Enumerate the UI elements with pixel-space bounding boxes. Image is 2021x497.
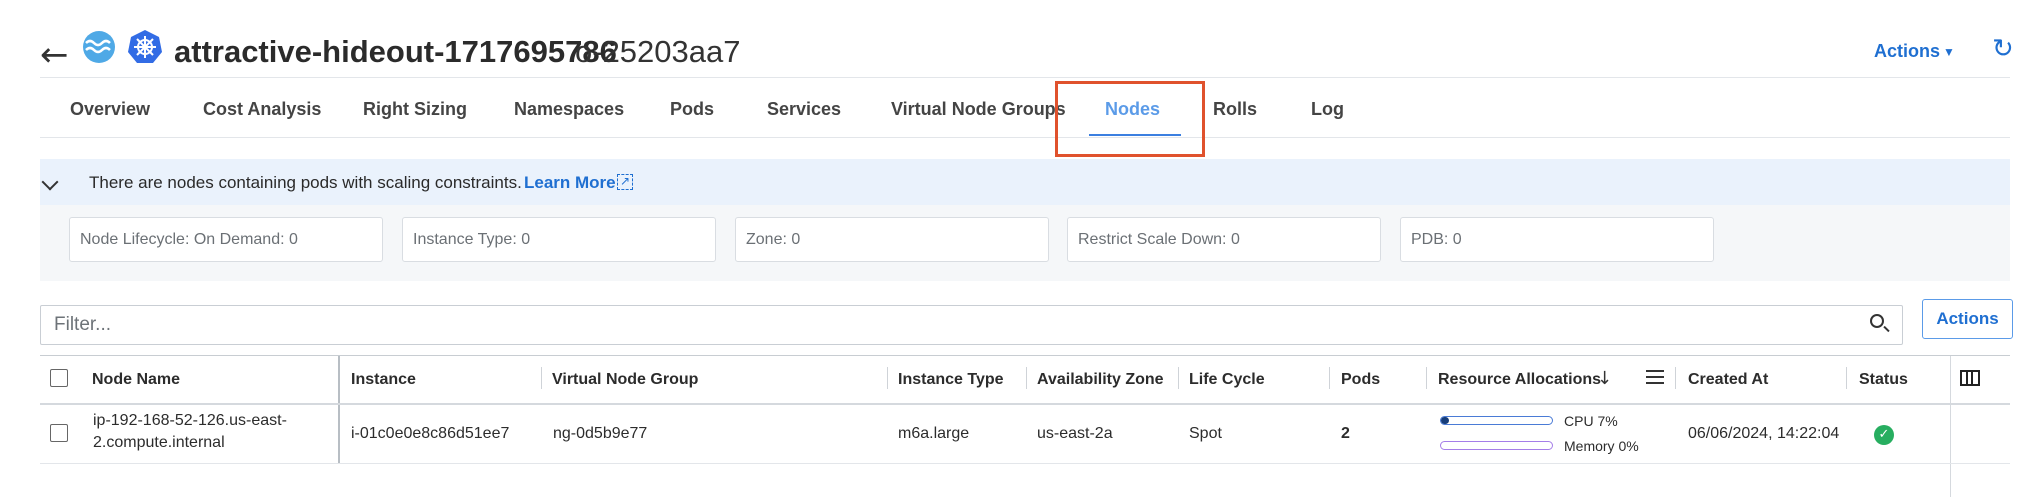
column-separator[interactable] (1675, 367, 1676, 389)
status-ok-icon: ✓ (1874, 425, 1894, 445)
select-all-checkbox[interactable] (50, 369, 68, 387)
highlight-box (1055, 81, 1205, 157)
virtual-node-group-link[interactable]: ng-0d5b9e77 (553, 425, 647, 443)
table-top-border (40, 355, 2010, 356)
tab-namespaces[interactable]: Namespaces (514, 99, 624, 120)
kubernetes-icon (128, 30, 162, 63)
caret-down-icon[interactable]: ▼ (1943, 45, 1955, 59)
node-name-line-1[interactable]: ip-192-168-52-126.us-east- (93, 412, 287, 430)
node-name-line-2[interactable]: 2.compute.internal (93, 434, 287, 452)
table-row-border (40, 463, 2010, 464)
column-header-created-at[interactable]: Created At (1688, 371, 1768, 389)
column-header-availability-zone[interactable]: Availability Zone (1037, 371, 1164, 389)
life-cycle-value: Spot (1189, 425, 1222, 442)
search-icon[interactable] (1870, 314, 1884, 328)
header-divider (40, 77, 2010, 78)
pinned-column-divider (338, 356, 340, 464)
memory-allocation-label: Memory 0% (1564, 438, 1639, 454)
filter-pdb[interactable]: PDB: 0 (1400, 217, 1714, 262)
node-name-link[interactable]: ip-192-168-52-126.us-east- 2.compute.int… (93, 412, 287, 452)
availability-zone-value: us-east-2a (1037, 425, 1113, 442)
column-separator[interactable] (1178, 367, 1179, 389)
column-header-instance-type[interactable]: Instance Type (898, 371, 1004, 389)
column-header-pods[interactable]: Pods (1341, 371, 1380, 389)
column-header-instance[interactable]: Instance (351, 371, 416, 389)
tab-rolls[interactable]: Rolls (1213, 99, 1257, 120)
instance-type-value: m6a.large (898, 425, 970, 442)
column-separator[interactable] (887, 367, 888, 389)
tabs-divider (40, 137, 2010, 138)
tab-log[interactable]: Log (1311, 99, 1344, 120)
filter-node-lifecycle[interactable]: Node Lifecycle: On Demand: 0 (69, 217, 383, 262)
external-link-icon[interactable]: ↗ (617, 174, 633, 190)
instance-link[interactable]: i-01c0e0e8c86d51ee7 (351, 425, 509, 443)
tab-services[interactable]: Services (767, 99, 841, 120)
learn-more-link[interactable]: Learn More (524, 173, 616, 193)
cpu-allocation-label: CPU 7% (1564, 413, 1618, 429)
columns-picker-icon[interactable] (1960, 370, 1980, 386)
column-separator[interactable] (1846, 367, 1847, 389)
pods-count-link[interactable]: 2 (1341, 425, 1350, 443)
tab-cost-analysis[interactable]: Cost Analysis (203, 99, 321, 120)
memory-allocation-bar (1440, 441, 1553, 450)
filter-restrict-scale-down[interactable]: Restrict Scale Down: 0 (1067, 217, 1381, 262)
table-actions-button[interactable]: Actions (1922, 299, 2013, 339)
banner-text: There are nodes containing pods with sca… (89, 173, 522, 192)
search-input[interactable] (40, 305, 1903, 345)
filter-zone[interactable]: Zone: 0 (735, 217, 1049, 262)
column-separator[interactable] (1026, 367, 1027, 389)
created-at-value: 06/06/2024, 14:22:04 (1688, 425, 1840, 442)
refresh-icon[interactable]: ↻ (1992, 34, 2014, 64)
column-header-life-cycle[interactable]: Life Cycle (1189, 371, 1265, 389)
cpu-allocation-bar (1440, 416, 1553, 425)
column-header-status[interactable]: Status (1859, 371, 1908, 389)
column-picker-divider (1950, 356, 1951, 497)
cluster-id: o-25203aa7 (575, 34, 741, 69)
tab-virtual-node-groups[interactable]: Virtual Node Groups (891, 99, 1066, 120)
back-arrow-icon[interactable]: ← (40, 38, 69, 72)
page-title: attractive-hideout-1717695786 (174, 34, 617, 69)
column-separator[interactable] (541, 367, 542, 389)
column-header-node-name[interactable]: Node Name (92, 371, 180, 389)
column-header-resource-allocations[interactable]: Resource Allocations (1438, 371, 1601, 389)
column-header-virtual-node-group[interactable]: Virtual Node Group (552, 371, 698, 389)
tab-right-sizing[interactable]: Right Sizing (363, 99, 467, 120)
column-separator[interactable] (1329, 367, 1330, 389)
column-menu-icon[interactable] (1646, 370, 1664, 384)
filter-instance-type[interactable]: Instance Type: 0 (402, 217, 716, 262)
header-actions-button[interactable]: Actions (1874, 41, 1940, 62)
cpu-allocation-fill (1441, 417, 1449, 424)
spot-logo-icon (83, 31, 115, 63)
table-header-border (40, 403, 2010, 405)
tab-pods[interactable]: Pods (670, 99, 714, 120)
tab-overview[interactable]: Overview (70, 99, 150, 120)
search-placeholder: Filter... (54, 314, 112, 335)
column-separator[interactable] (1426, 367, 1427, 389)
row-checkbox[interactable] (50, 424, 68, 442)
sort-descending-icon[interactable]: ↓ (1597, 368, 1612, 389)
